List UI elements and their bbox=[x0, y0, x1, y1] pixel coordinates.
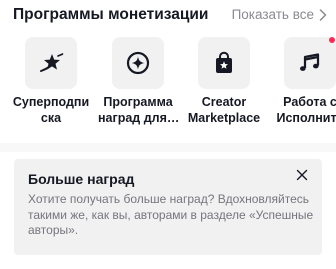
music-notes-icon bbox=[300, 53, 320, 71]
program-label-line2: Исполните bbox=[276, 110, 336, 125]
program-label: Суперподпи ска bbox=[11, 95, 91, 126]
close-icon bbox=[296, 169, 308, 181]
rewards-card-text: Хотите получать больше наград? Вдохновля… bbox=[28, 192, 314, 237]
program-label-line1: Creator bbox=[201, 95, 247, 109]
program-label-line2: Marketplace bbox=[187, 110, 261, 125]
program-label-line2: ска bbox=[40, 110, 62, 125]
rewards-card-title: Больше наград bbox=[28, 171, 135, 187]
program-label: Программа наград для… bbox=[98, 95, 178, 126]
program-label-line1: Работа с bbox=[283, 95, 336, 109]
program-label-line1: Программа bbox=[103, 95, 173, 109]
show-all-link[interactable]: Показать все bbox=[232, 7, 327, 22]
section-title: Программы монетизации bbox=[13, 6, 209, 23]
program-label-line2: наград для… bbox=[98, 110, 178, 125]
program-label: Работа с Исполните bbox=[270, 95, 336, 126]
star-rocket-icon bbox=[40, 53, 64, 72]
section-header: Программы монетизации Показать все bbox=[0, 0, 336, 34]
monetization-page: Программы монетизации Показать все Супер… bbox=[0, 0, 336, 269]
program-icon-tile bbox=[198, 37, 250, 89]
section-divider bbox=[0, 143, 336, 152]
program-icon-tile bbox=[284, 37, 336, 89]
chevron-right-icon bbox=[319, 8, 327, 21]
sparkle-circle-icon bbox=[126, 51, 150, 75]
program-label-line1: Суперподпи bbox=[12, 95, 90, 109]
new-badge-dot bbox=[329, 37, 335, 43]
shopping-bag-star-icon bbox=[216, 51, 232, 73]
program-label: Creator Marketplace bbox=[184, 95, 264, 126]
more-rewards-card: Больше наград Хотите получать больше наг… bbox=[14, 159, 322, 255]
program-icon-tile bbox=[112, 37, 164, 89]
program-icon-tile bbox=[25, 37, 77, 89]
programs-list: Суперподпи ска Программа наград для… Cre… bbox=[0, 34, 336, 134]
show-all-label: Показать все bbox=[231, 7, 314, 22]
close-button[interactable] bbox=[296, 169, 308, 181]
